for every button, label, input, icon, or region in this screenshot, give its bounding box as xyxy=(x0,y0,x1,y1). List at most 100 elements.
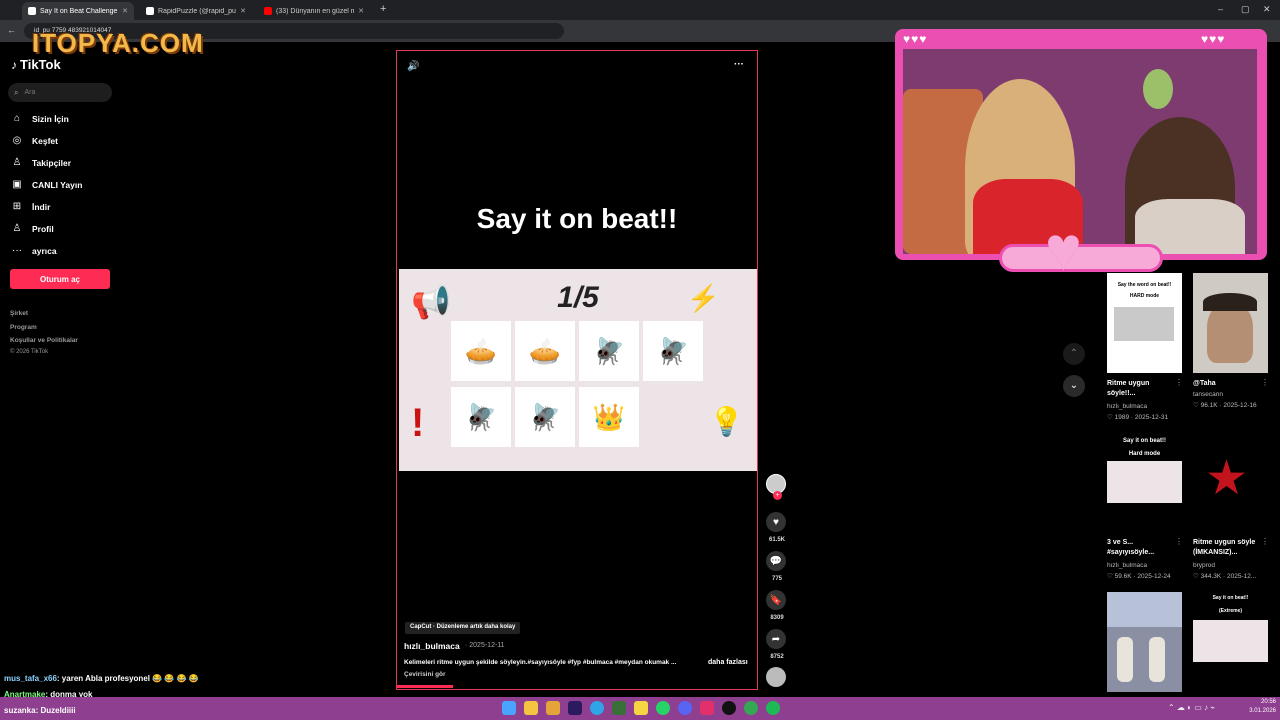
browser-tab[interactable]: Say It on Beat Challenge: Join t✕ xyxy=(22,2,134,20)
rec-thumbnail[interactable]: Say the word on beat!! HARD mode xyxy=(1107,273,1182,373)
star-icon: ★ xyxy=(1205,452,1249,505)
chat-message: suzanka: Duzeldiiii xyxy=(4,706,76,715)
more-options-icon[interactable]: ··· xyxy=(734,59,744,70)
volume-icon[interactable]: 🔊 xyxy=(407,61,419,72)
start-icon[interactable] xyxy=(502,701,516,715)
rec-title[interactable]: Ritme uygun söyle!!... xyxy=(1107,379,1177,399)
video-author[interactable]: hızlı_bulmaca xyxy=(404,641,460,651)
rec-thumbnail[interactable]: Say it on beat!! Hard mode xyxy=(1107,433,1182,533)
close-window-button[interactable]: ✕ xyxy=(1263,4,1271,15)
folder-icon[interactable] xyxy=(546,701,560,715)
nav-item-for-you[interactable]: ⌂ Sizin İçin xyxy=(10,113,69,124)
minecraft-icon[interactable] xyxy=(612,701,626,715)
more-icon: ··· xyxy=(12,245,22,256)
rec-user[interactable]: hızlı_bulmaca xyxy=(1107,403,1147,410)
premiere-icon[interactable] xyxy=(568,701,582,715)
compass-icon: ◎ xyxy=(12,135,22,146)
nav-item-download[interactable]: ⊞ İndir xyxy=(10,201,51,212)
new-tab-button[interactable]: + xyxy=(380,3,386,15)
maximize-button[interactable]: ▢ xyxy=(1241,4,1250,15)
share-icon[interactable]: ➦ xyxy=(766,629,786,649)
search-input[interactable]: ⌕ Ara xyxy=(8,83,112,102)
browser-tab-bar: Say It on Beat Challenge: Join t✕ RapidP… xyxy=(0,0,1280,20)
rec-title[interactable]: 3 ve S... #sayıyısöyle... xyxy=(1107,538,1177,558)
star-app-icon[interactable] xyxy=(634,701,648,715)
nav-item-following[interactable]: ♙ Takipçiler xyxy=(10,157,72,168)
rec-thumbnail[interactable]: ★ xyxy=(1193,433,1268,533)
copyright: © 2026 TikTok xyxy=(10,349,49,355)
bookmark-icon[interactable]: 🔖 xyxy=(766,590,786,610)
tiktok-logo[interactable]: ♪ TikTok xyxy=(11,57,61,72)
live-icon: ▣ xyxy=(12,179,22,190)
rec-more-icon[interactable]: ⋮ xyxy=(1261,378,1269,387)
chevron-up-icon[interactable]: ⌃ xyxy=(1063,343,1085,365)
chevron-down-icon[interactable]: ⌄ xyxy=(1063,375,1085,397)
fly-cell: 🪰 xyxy=(643,321,703,381)
rec-more-icon[interactable]: ⋮ xyxy=(1261,537,1269,546)
chrome-icon[interactable] xyxy=(744,701,758,715)
thumb-grid xyxy=(1114,307,1174,341)
lightbulb-icon: 💡 xyxy=(709,406,744,437)
thumb-person xyxy=(1117,637,1133,682)
pie-cell: 🥧 xyxy=(515,321,575,381)
whatsapp-icon[interactable] xyxy=(656,701,670,715)
rec-more-icon[interactable]: ⋮ xyxy=(1175,537,1183,546)
like-count: 61.5K xyxy=(768,537,785,543)
video-player[interactable]: 🔊 ··· Say it on beat!! 📢 1/5 ⚡ 🥧 🥧 🪰 🪰 !… xyxy=(396,50,758,690)
footer-link-terms[interactable]: Koşullar ve Politikalar xyxy=(10,337,78,344)
tiktok-favicon-icon xyxy=(28,7,36,15)
steam-icon[interactable] xyxy=(722,701,736,715)
nav-item-explore[interactable]: ◎ Keşfet xyxy=(10,135,58,146)
rec-title[interactable]: Ritme uygun söyle (İMKANSIZ)... xyxy=(1193,538,1268,558)
rec-user[interactable]: hızlı_bulmaca xyxy=(1107,562,1147,569)
rec-title[interactable]: @Taha xyxy=(1193,379,1216,389)
edge-icon[interactable] xyxy=(590,701,604,715)
close-tab-icon[interactable]: ✕ xyxy=(358,7,364,15)
rec-user[interactable]: tansecann xyxy=(1193,391,1223,398)
back-arrow-icon[interactable]: ← xyxy=(7,25,16,35)
comment-icon[interactable]: 💬 xyxy=(766,551,786,571)
fly-cell: 🪰 xyxy=(515,387,575,447)
footer-link-company[interactable]: Şirket xyxy=(10,310,28,317)
crown-cell: 👑 xyxy=(579,387,639,447)
nav-item-live[interactable]: ▣ CANLI Yayın xyxy=(10,179,82,190)
spotify-icon[interactable] xyxy=(766,701,780,715)
browser-tab[interactable]: RapidPuzzle (@rapid_puzzle) | ✕ xyxy=(140,2,252,20)
footer-link-program[interactable]: Program xyxy=(10,324,37,331)
rec-stats: ♡ 1989 · 2025-12-31 xyxy=(1107,414,1169,421)
rec-more-icon[interactable]: ⋮ xyxy=(1175,378,1183,387)
video-description: Kelimeleri ritme uygun şekilde söyleyin.… xyxy=(404,659,677,666)
puzzle-board: 📢 1/5 ⚡ 🥧 🥧 🪰 🪰 ! 🪰 🪰 👑 💡 xyxy=(399,269,757,471)
minimize-button[interactable]: – xyxy=(1218,4,1223,14)
clock-time[interactable]: 20:56 xyxy=(1246,699,1276,705)
file-explorer-icon[interactable] xyxy=(524,701,538,715)
login-button[interactable]: Oturum aç xyxy=(10,269,110,289)
instagram-icon[interactable] xyxy=(700,701,714,715)
chat-message: mus_tafa_x66: yaren Abla profesyonel 😂 😂… xyxy=(4,674,199,683)
system-tray-icons[interactable]: ⌃ ☁ ◐ ▭ ♪ ⌁ xyxy=(1168,703,1215,712)
follow-plus-icon[interactable]: + xyxy=(773,491,782,500)
tiktok-note-icon: ♪ xyxy=(11,57,17,72)
big-heart-icon: ♥ xyxy=(1045,215,1082,284)
rec-thumbnail[interactable]: Say it on beat!! (Extreme) xyxy=(1193,592,1268,692)
discord-icon[interactable] xyxy=(678,701,692,715)
rec-thumbnail[interactable] xyxy=(1193,273,1268,373)
clock-date[interactable]: 3.01.2026 xyxy=(1240,708,1276,714)
nav-item-more[interactable]: ··· ayrıca xyxy=(10,245,57,256)
lightning-icon: ⚡ xyxy=(687,283,720,313)
share-count: 8752 xyxy=(770,654,784,660)
music-disc-icon[interactable] xyxy=(766,667,786,687)
heart-icon[interactable]: ♥ xyxy=(766,512,786,532)
translate-link[interactable]: Çevirisini gör xyxy=(404,671,446,678)
nav-item-profile[interactable]: ♙ Profil xyxy=(10,223,54,234)
rec-user[interactable]: bryprod xyxy=(1193,562,1215,569)
rec-thumbnail[interactable] xyxy=(1107,592,1182,692)
show-more-link[interactable]: daha fazlası xyxy=(708,659,748,666)
video-progress[interactable] xyxy=(397,685,453,688)
browser-tab[interactable]: (33) Dünyanın en güzel makya✕ xyxy=(258,2,370,20)
tiktok-favicon-icon xyxy=(146,7,154,15)
thumb-face xyxy=(1207,303,1253,363)
close-tab-icon[interactable]: ✕ xyxy=(122,7,128,15)
close-tab-icon[interactable]: ✕ xyxy=(240,7,246,15)
capcut-tag[interactable]: CapCut · Düzenleme artık daha kolay xyxy=(405,622,521,634)
